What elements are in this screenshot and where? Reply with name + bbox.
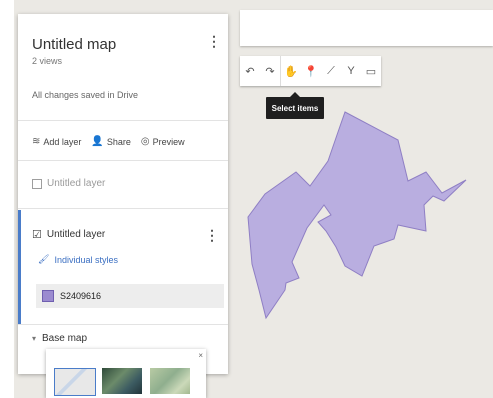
map-search-box[interactable] — [240, 10, 493, 46]
checkbox-checked-icon[interactable]: ☑ — [32, 228, 42, 241]
add-layer-button[interactable]: ≋ Add layer — [32, 136, 81, 147]
layer-label: Untitled layer — [46, 229, 106, 240]
divider — [18, 208, 228, 209]
undo-icon[interactable]: ↶ — [240, 56, 260, 86]
layer-row-1[interactable]: Untitled layer — [32, 178, 105, 189]
collapse-arrow-icon[interactable]: ▾ — [32, 334, 36, 343]
basemap-thumb-map[interactable] — [54, 368, 96, 396]
base-map-row[interactable]: ▾ Base map — [32, 333, 87, 344]
close-icon[interactable]: × — [198, 351, 203, 360]
active-layer-indicator — [18, 210, 21, 324]
more-options-icon[interactable]: ⋮ — [207, 32, 221, 50]
layer-checkbox[interactable] — [32, 178, 42, 189]
preview-button[interactable]: ◎ Preview — [141, 136, 185, 147]
layer-row-2[interactable]: ☑ Untitled layer — [32, 228, 105, 241]
draw-line-icon[interactable]: ⟋ — [321, 56, 341, 86]
polygon-icon — [42, 290, 54, 302]
preview-icon: ◎ — [140, 136, 150, 147]
panel-actions: ≋ Add layer 👤 Share ◎ Preview — [32, 136, 185, 147]
redo-icon[interactable]: ↷ — [260, 56, 280, 86]
divider — [18, 120, 228, 121]
save-status: All changes saved in Drive — [32, 90, 139, 100]
divider — [18, 160, 228, 161]
map-title[interactable]: Untitled map — [32, 36, 116, 53]
paint-roller-icon: 🖌 — [38, 254, 50, 264]
basemap-thumb-satellite[interactable] — [102, 368, 142, 394]
share-button[interactable]: 👤 Share — [91, 136, 130, 147]
preview-label: Preview — [152, 136, 185, 147]
styles-label: Individual styles — [54, 254, 118, 265]
ruler-icon[interactable]: ▭ — [361, 56, 381, 86]
basemap-thumb-terrain[interactable] — [150, 368, 190, 394]
base-map-label: Base map — [42, 333, 88, 344]
layer-options-icon[interactable]: ⋮ — [205, 226, 219, 244]
add-layer-icon: ≋ — [32, 136, 41, 147]
share-icon: 👤 — [91, 136, 104, 147]
feature-item[interactable]: S2409616 — [36, 284, 224, 308]
marker-icon[interactable]: 📍 — [301, 56, 321, 86]
map-toolbar: ↶ ↷ ✋ 📍 ⟋ Y ▭ — [240, 56, 381, 86]
individual-styles-link[interactable]: 🖌 Individual styles — [38, 254, 118, 265]
share-label: Share — [106, 136, 131, 147]
hand-icon[interactable]: ✋ — [280, 56, 301, 86]
route-icon[interactable]: Y — [341, 56, 361, 86]
feature-label: S2409616 — [60, 291, 102, 301]
base-map-picker: × — [46, 349, 206, 398]
tooltip: Select items — [266, 92, 324, 119]
add-layer-label: Add layer — [43, 136, 82, 147]
layer-label: Untitled layer — [47, 178, 106, 189]
views-count: 2 views — [32, 56, 63, 66]
layers-panel: Untitled map 2 views ⋮ All changes saved… — [18, 14, 228, 374]
polygon-feature[interactable] — [247, 111, 467, 320]
divider — [18, 324, 228, 325]
